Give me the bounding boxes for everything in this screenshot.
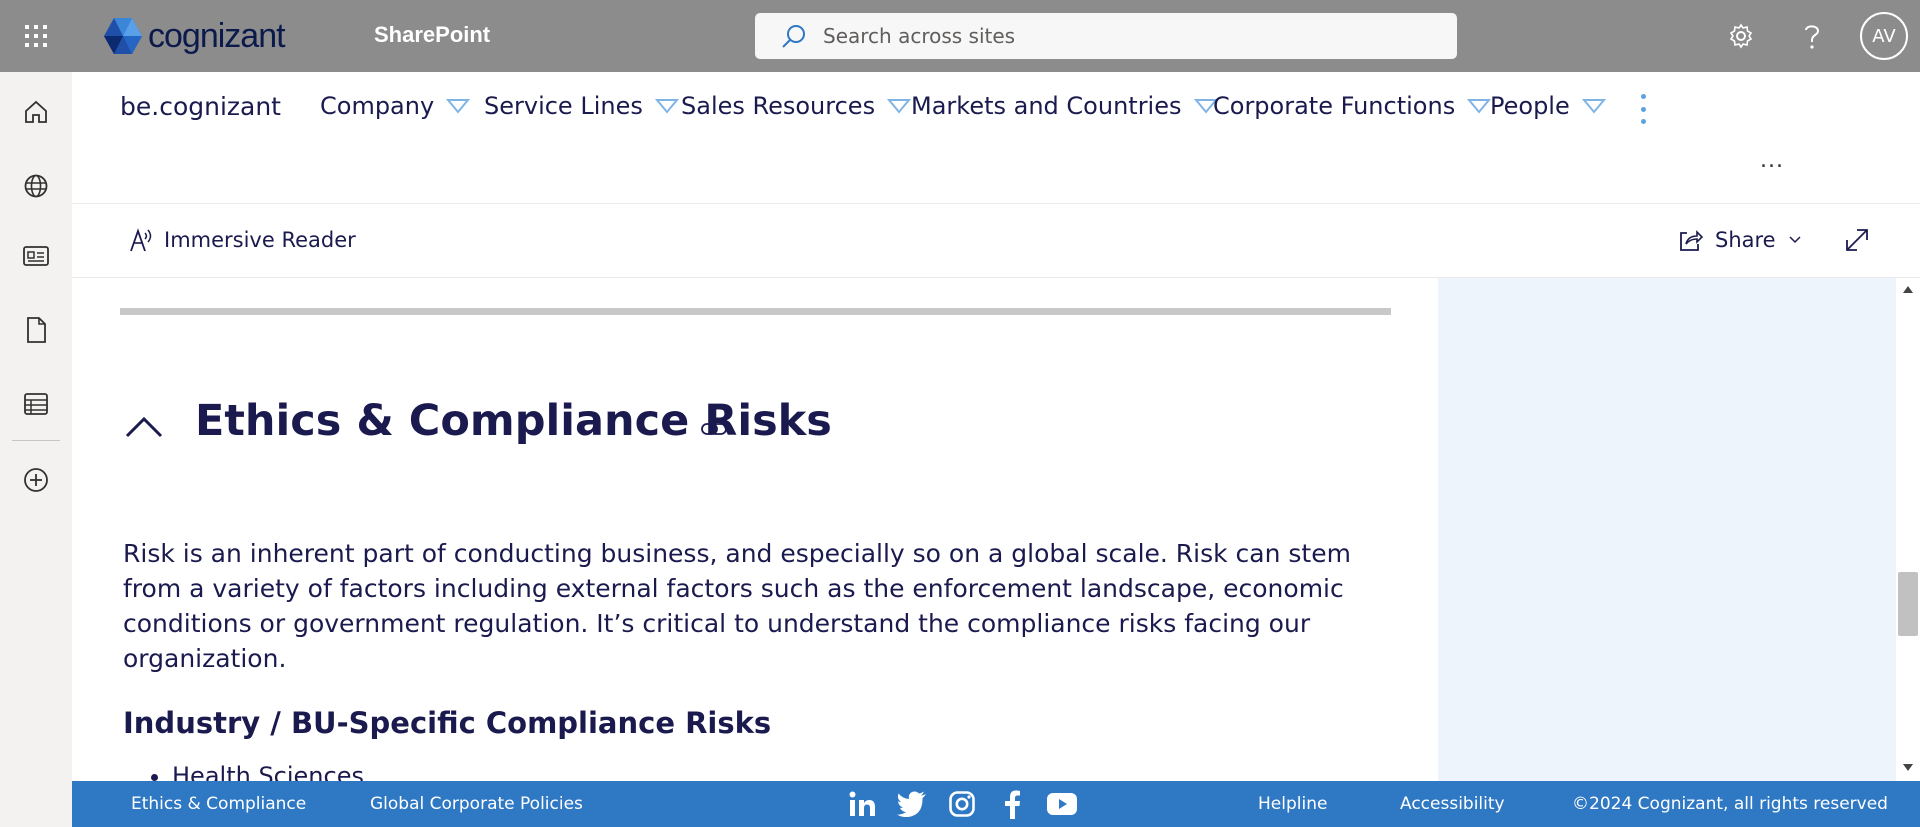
search-input[interactable] (823, 24, 1423, 48)
globe-icon[interactable] (16, 166, 56, 206)
search-icon (782, 25, 805, 48)
site-title[interactable]: be.cognizant (120, 92, 281, 121)
dropdown-triangle-icon (887, 99, 912, 114)
nav-item-label: Corporate Functions (1213, 92, 1456, 120)
youtube-icon[interactable] (1046, 788, 1078, 820)
product-name[interactable]: SharePoint (374, 22, 490, 48)
scroll-down-arrow-icon[interactable] (1903, 764, 1913, 771)
twitter-icon[interactable] (896, 788, 928, 820)
collapse-chevron-up-icon[interactable] (122, 408, 166, 444)
footer-link-ethics-compliance[interactable]: Ethics & Compliance (131, 794, 306, 814)
nav-item-label: Service Lines (484, 92, 643, 120)
nav-item-label: Markets and Countries (911, 92, 1182, 120)
nav-item-people[interactable]: People (1490, 92, 1606, 120)
more-options-icon[interactable]: ... (1760, 148, 1784, 173)
settings-gear-icon[interactable] (1721, 16, 1761, 56)
immersive-reader-label: Immersive Reader (164, 228, 356, 252)
footer: Ethics & Compliance Global Corporate Pol… (72, 781, 1920, 827)
scroll-thumb[interactable] (1898, 572, 1918, 636)
search-box[interactable] (755, 13, 1457, 59)
nav-item-label: Company (320, 92, 435, 120)
list-item: Health Sciences (172, 762, 364, 781)
help-icon[interactable] (1792, 16, 1832, 56)
news-icon[interactable] (16, 236, 56, 276)
bullet-list: Health Sciences (172, 762, 364, 781)
share-label: Share (1715, 228, 1776, 252)
nav-overflow-kebab-icon[interactable] (1636, 94, 1650, 124)
section-paragraph: Risk is an inherent part of conducting b… (123, 539, 1351, 673)
nav-item-label: People (1490, 92, 1570, 120)
brand-name: cognizant (148, 16, 286, 55)
share-icon (1680, 230, 1703, 251)
command-bar: Immersive Reader Share (72, 205, 1920, 278)
scrollbar[interactable] (1896, 278, 1920, 781)
document-icon[interactable] (16, 310, 56, 350)
create-icon[interactable] (16, 460, 56, 500)
facebook-icon[interactable] (996, 788, 1028, 820)
subheading: Industry / BU-Specific Compliance Risks (123, 706, 772, 740)
scroll-up-arrow-icon[interactable] (1903, 286, 1913, 293)
immersive-reader-button[interactable]: Immersive Reader (128, 227, 356, 253)
app-launcher-icon[interactable] (14, 14, 58, 58)
side-panel (1438, 278, 1896, 781)
page-content: Ethics & Compliance Risks Risk is an inh… (72, 278, 1438, 781)
list-icon[interactable] (16, 384, 56, 424)
home-icon[interactable] (16, 92, 56, 132)
section-title: Ethics & Compliance Risks (195, 396, 832, 446)
link-icon[interactable] (699, 418, 729, 440)
footer-link-global-corporate-policies[interactable]: Global Corporate Policies (370, 794, 583, 814)
dropdown-triangle-icon (1581, 99, 1606, 114)
dropdown-triangle-icon (654, 99, 679, 114)
section-divider (120, 308, 1391, 315)
immersive-reader-icon (130, 228, 152, 252)
copyright-text: ©2024 Cognizant, all rights reserved (1572, 794, 1888, 814)
nav-item-company[interactable]: Company (320, 92, 471, 120)
avatar[interactable]: AV (1860, 12, 1908, 60)
expand-icon[interactable] (1842, 225, 1872, 255)
footer-link-accessibility[interactable]: Accessibility (1400, 794, 1505, 814)
cognizant-logo-icon (104, 18, 142, 54)
nav-item-corporate-functions[interactable]: Corporate Functions (1213, 92, 1492, 120)
share-button[interactable]: Share (1677, 227, 1802, 253)
nav-item-sales-resources[interactable]: Sales Resources (681, 92, 912, 120)
dropdown-triangle-icon (1467, 99, 1492, 114)
dropdown-triangle-icon (446, 99, 471, 114)
nav-item-service-lines[interactable]: Service Lines (484, 92, 679, 120)
hub-navigation: be.cognizant Company Service Lines Sales… (72, 72, 1920, 204)
instagram-icon[interactable] (946, 788, 978, 820)
app-bar (0, 72, 72, 827)
chevron-down-icon (1789, 236, 1801, 244)
nav-item-markets-and-countries[interactable]: Markets and Countries (911, 92, 1218, 120)
nav-item-label: Sales Resources (681, 92, 876, 120)
appbar-divider (12, 440, 60, 441)
brand-logo[interactable]: cognizant (102, 14, 286, 58)
linkedin-icon[interactable] (846, 788, 878, 820)
footer-link-helpline[interactable]: Helpline (1258, 794, 1327, 814)
suite-bar: cognizant SharePoint AV (0, 0, 1920, 72)
